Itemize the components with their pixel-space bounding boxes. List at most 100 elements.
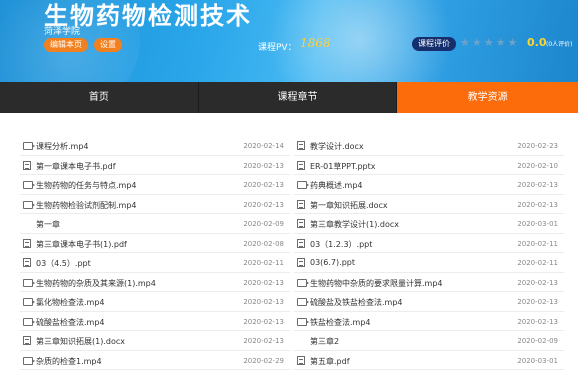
- video-file-icon: [297, 181, 307, 189]
- document-file-icon: [297, 141, 305, 150]
- resource-row[interactable]: 第一章知识拓展.docx 2020-02-13: [294, 195, 564, 215]
- resource-date: 2020-02-13: [517, 201, 558, 209]
- pv-label: 课程PV：: [258, 40, 297, 53]
- document-file-icon: [297, 219, 305, 228]
- resource-name-link[interactable]: 第一章课本电子书.pdf: [36, 161, 116, 172]
- resource-date: 2020-02-13: [517, 181, 558, 189]
- resource-row[interactable]: 第三章知识拓展(1).docx 2020-02-13: [20, 331, 290, 351]
- resource-row[interactable]: 生物药物的任务与特点.mp4 2020-02-13: [20, 175, 290, 195]
- resource-row[interactable]: 硫酸盐检查法.mp4 2020-02-13: [20, 312, 290, 332]
- resource-name-link[interactable]: 氯化物检查法.mp4: [36, 297, 105, 308]
- school-name: 菏泽学院: [44, 24, 80, 37]
- resource-name-link[interactable]: 第五章.pdf: [310, 356, 350, 367]
- rating-count: (0人评价): [546, 39, 573, 48]
- resource-name-link[interactable]: 第一章: [36, 219, 60, 230]
- resource-date: 2020-02-13: [517, 298, 558, 306]
- video-file-icon: [23, 357, 33, 365]
- resource-row[interactable]: 第一章 2020-02-09: [20, 214, 290, 234]
- resource-date: 2020-02-13: [243, 279, 284, 287]
- document-file-icon: [297, 200, 305, 209]
- resource-list-right: 教学设计.docx 2020-02-23 ER-01草PPT.pptx 2020-02…: [294, 136, 564, 370]
- resource-name-link[interactable]: 03(6.7).ppt: [310, 258, 355, 267]
- resource-date: 2020-02-13: [243, 337, 284, 345]
- tab-chapters[interactable]: 课程章节: [199, 82, 398, 113]
- resource-name-link[interactable]: 第三章2: [310, 336, 339, 347]
- document-file-icon: [23, 336, 31, 345]
- resource-date: 2020-02-09: [517, 337, 558, 345]
- resource-row[interactable]: 杂质的检查1.mp4 2020-02-29: [20, 351, 290, 370]
- resource-date: 2020-02-11: [517, 240, 558, 248]
- resource-date: 2020-02-11: [517, 259, 558, 267]
- resource-name-link[interactable]: 杂质的检查1.mp4: [36, 356, 102, 367]
- resource-date: 2020-02-08: [243, 240, 284, 248]
- course-evaluation-button[interactable]: 课程评价: [412, 37, 456, 51]
- main-nav: 首页 课程章节 教学资源: [0, 82, 578, 113]
- resource-date: 2020-02-13: [517, 279, 558, 287]
- video-file-icon: [23, 142, 33, 150]
- resource-date: 2020-02-14: [243, 142, 284, 150]
- document-file-icon: [297, 258, 305, 267]
- resource-row[interactable]: 生物药物中杂质的要求限量计算.mp4 2020-02-13: [294, 273, 564, 293]
- settings-button[interactable]: 设置: [94, 38, 122, 52]
- resource-name-link[interactable]: 第三章课本电子书(1).pdf: [36, 239, 127, 250]
- document-file-icon: [297, 161, 305, 170]
- resource-name-link[interactable]: 第三章教学设计(1).docx: [310, 219, 399, 230]
- resource-name-link[interactable]: 生物药物中杂质的要求限量计算.mp4: [310, 278, 443, 289]
- resource-row[interactable]: 第五章.pdf 2020-03-01: [294, 351, 564, 370]
- resource-date: 2020-02-13: [243, 162, 284, 170]
- resource-name-link[interactable]: 03（4.5）.ppt: [36, 258, 91, 269]
- resource-name-link[interactable]: 生物药物的杂质及其来源(1).mp4: [36, 278, 156, 289]
- resource-date: 2020-02-23: [517, 142, 558, 150]
- resource-row[interactable]: 教学设计.docx 2020-02-23: [294, 136, 564, 156]
- document-file-icon: [23, 239, 31, 248]
- resource-name-link[interactable]: ER-01草PPT.pptx: [310, 161, 376, 172]
- resource-name-link[interactable]: 第三章知识拓展(1).docx: [36, 336, 125, 347]
- resource-row[interactable]: 03（1.2.3）.ppt 2020-02-11: [294, 234, 564, 254]
- resource-row[interactable]: 03（4.5）.ppt2020-02-11: [20, 253, 290, 273]
- resource-row[interactable]: 硫酸盐及铁盐检查法.mp4 2020-02-13: [294, 292, 564, 312]
- resource-date: 2020-02-29: [243, 357, 284, 365]
- document-file-icon: [297, 239, 305, 248]
- course-banner: 生物药物检测技术 菏泽学院 编辑本页 设置 课程PV： 1868 课程评价 ★★…: [0, 0, 578, 82]
- resource-date: 2020-02-13: [243, 181, 284, 189]
- resource-name-link[interactable]: 生物药物的任务与特点.mp4: [36, 180, 137, 191]
- resource-date: 2020-02-10: [517, 162, 558, 170]
- edit-page-button[interactable]: 编辑本页: [44, 38, 88, 52]
- resource-date: 2020-02-09: [243, 220, 284, 228]
- resource-name-link[interactable]: 03（1.2.3）.ppt: [310, 239, 372, 250]
- video-file-icon: [297, 279, 307, 287]
- resource-row[interactable]: 氯化物检查法.mp42020-02-13: [20, 292, 290, 312]
- resource-name-link[interactable]: 生物药物检验试剂配制.mp4: [36, 200, 137, 211]
- resource-row[interactable]: 第三章教学设计(1).docx 2020-03-01: [294, 214, 564, 234]
- resource-row[interactable]: 铁盐检查法.mp42020-02-13: [294, 312, 564, 332]
- document-file-icon: [23, 258, 31, 267]
- resource-date: 2020-02-13: [243, 318, 284, 326]
- resource-name-link[interactable]: 铁盐检查法.mp4: [310, 317, 371, 328]
- resource-name-link[interactable]: 第一章知识拓展.docx: [310, 200, 388, 211]
- resource-row[interactable]: 第三章2 2020-02-09: [294, 331, 564, 351]
- resource-row[interactable]: 药典概述.mp4 2020-02-13: [294, 175, 564, 195]
- resource-row[interactable]: 03(6.7).ppt 2020-02-11: [294, 253, 564, 273]
- resource-date: 2020-03-01: [517, 357, 558, 365]
- resource-row[interactable]: 生物药物的杂质及其来源(1).mp4 2020-02-13: [20, 273, 290, 293]
- tab-resources[interactable]: 教学资源: [397, 82, 578, 113]
- rating-stars-icon[interactable]: ★★★★★: [460, 36, 519, 49]
- resource-row[interactable]: ER-01草PPT.pptx 2020-02-10: [294, 156, 564, 176]
- resource-row[interactable]: 第一章课本电子书.pdf 2020-02-13: [20, 156, 290, 176]
- resource-name-link[interactable]: 药典概述.mp4: [310, 180, 363, 191]
- video-file-icon: [23, 201, 33, 209]
- resource-row[interactable]: 生物药物检验试剂配制.mp42020-02-13: [20, 195, 290, 215]
- video-file-icon: [297, 298, 307, 306]
- video-file-icon: [23, 181, 33, 189]
- pv-value: 1868: [300, 36, 331, 50]
- resource-date: 2020-03-01: [517, 220, 558, 228]
- resource-name-link[interactable]: 课程分析.mp4: [36, 141, 89, 152]
- resource-list-left: 课程分析.mp4 2020-02-14 第一章课本电子书.pdf 2020-02-13…: [20, 136, 290, 370]
- tab-home[interactable]: 首页: [0, 82, 199, 113]
- resource-name-link[interactable]: 硫酸盐检查法.mp4: [36, 317, 105, 328]
- resource-name-link[interactable]: 教学设计.docx: [310, 141, 364, 152]
- resource-row[interactable]: 第三章课本电子书(1).pdf 2020-02-08: [20, 234, 290, 254]
- resource-name-link[interactable]: 硫酸盐及铁盐检查法.mp4: [310, 297, 403, 308]
- document-file-icon: [297, 356, 305, 365]
- resource-row[interactable]: 课程分析.mp4 2020-02-14: [20, 136, 290, 156]
